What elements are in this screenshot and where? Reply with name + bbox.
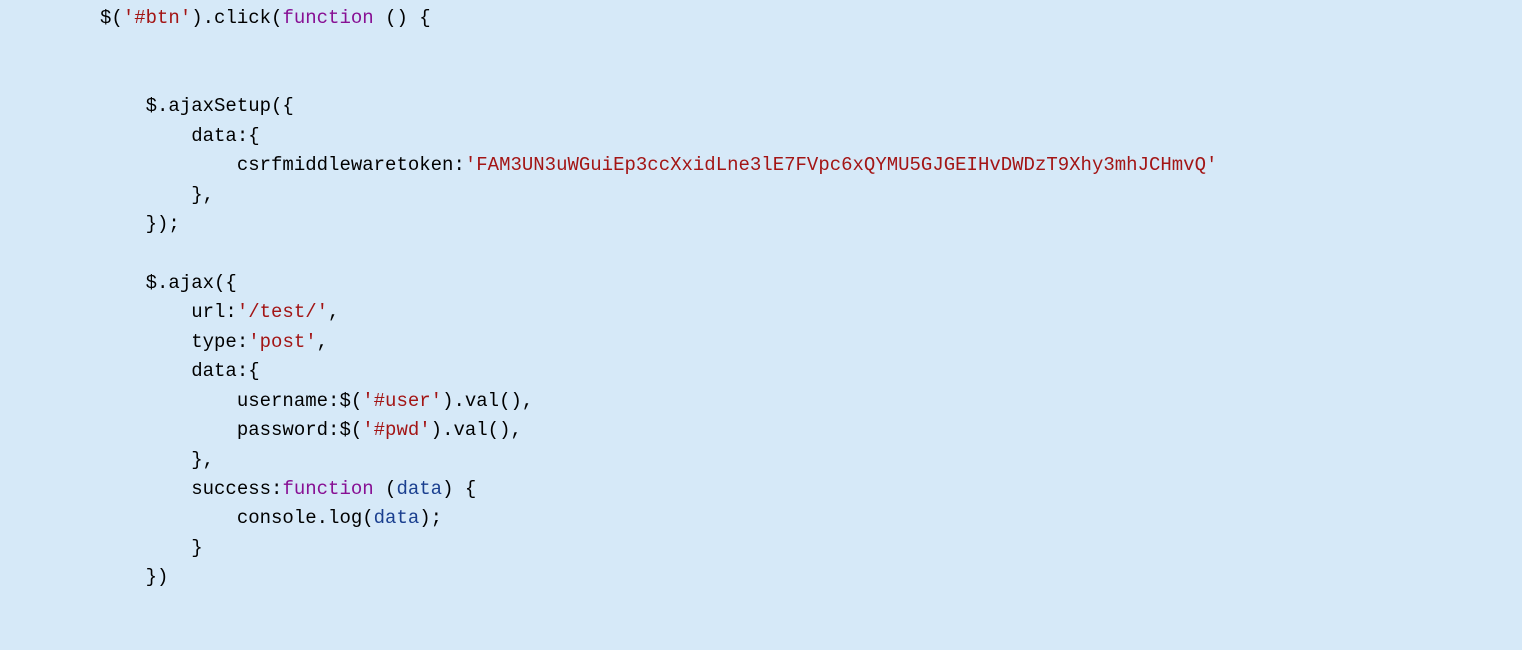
code-text: }, bbox=[100, 449, 214, 471]
code-text: }, bbox=[100, 184, 214, 206]
code-line-1: $('#btn').click(function () { bbox=[100, 7, 431, 29]
code-line-17: success:function (data) { bbox=[100, 478, 476, 500]
string-literal: 'post' bbox=[248, 331, 316, 353]
string-literal: '#btn' bbox=[123, 7, 191, 29]
code-text: password:$( bbox=[100, 419, 362, 441]
code-line-8: }); bbox=[100, 213, 180, 235]
code-block: $('#btn').click(function () { $.ajaxSetu… bbox=[0, 0, 1522, 613]
identifier-data: data bbox=[374, 507, 420, 529]
code-text: , bbox=[328, 301, 339, 323]
code-text: $.ajax({ bbox=[100, 272, 237, 294]
code-line-6: csrfmiddlewaretoken:'FAM3UN3uWGuiEp3ccXx… bbox=[100, 154, 1217, 176]
code-text: type: bbox=[100, 331, 248, 353]
code-text: , bbox=[317, 331, 328, 353]
code-line-18: console.log(data); bbox=[100, 507, 442, 529]
code-line-4: $.ajaxSetup({ bbox=[100, 95, 294, 117]
code-text: success: bbox=[100, 478, 282, 500]
code-text: data:{ bbox=[100, 125, 260, 147]
keyword-function: function bbox=[282, 478, 373, 500]
code-line-12: type:'post', bbox=[100, 331, 328, 353]
code-text: url: bbox=[100, 301, 237, 323]
keyword-function: function bbox=[282, 7, 373, 29]
code-text: ); bbox=[419, 507, 442, 529]
code-line-15: password:$('#pwd').val(), bbox=[100, 419, 522, 441]
code-text: $( bbox=[100, 7, 123, 29]
code-line-7: }, bbox=[100, 184, 214, 206]
string-literal: '#user' bbox=[362, 390, 442, 412]
code-text: ( bbox=[374, 478, 397, 500]
code-text: ) { bbox=[442, 478, 476, 500]
code-text: ).val(), bbox=[431, 419, 522, 441]
code-line-16: }, bbox=[100, 449, 214, 471]
code-line-10: $.ajax({ bbox=[100, 272, 237, 294]
code-line-5: data:{ bbox=[100, 125, 260, 147]
code-text: $.ajaxSetup({ bbox=[100, 95, 294, 117]
code-line-20: }) bbox=[100, 566, 168, 588]
code-line-13: data:{ bbox=[100, 360, 260, 382]
string-literal: '/test/' bbox=[237, 301, 328, 323]
identifier-data: data bbox=[396, 478, 442, 500]
code-line-19: } bbox=[100, 537, 203, 559]
code-line-11: url:'/test/', bbox=[100, 301, 339, 323]
code-text: data:{ bbox=[100, 360, 260, 382]
code-line-14: username:$('#user').val(), bbox=[100, 390, 533, 412]
code-text: username:$( bbox=[100, 390, 362, 412]
code-text: ).val(), bbox=[442, 390, 533, 412]
code-text: () { bbox=[374, 7, 431, 29]
code-text: } bbox=[100, 537, 203, 559]
code-text: console.log( bbox=[100, 507, 374, 529]
code-text: }) bbox=[100, 566, 168, 588]
code-text: ).click( bbox=[191, 7, 282, 29]
code-text: csrfmiddlewaretoken: bbox=[100, 154, 465, 176]
string-literal: 'FAM3UN3uWGuiEp3ccXxidLne3lE7FVpc6xQYMU5… bbox=[465, 154, 1218, 176]
code-text: }); bbox=[100, 213, 180, 235]
string-literal: '#pwd' bbox=[362, 419, 430, 441]
